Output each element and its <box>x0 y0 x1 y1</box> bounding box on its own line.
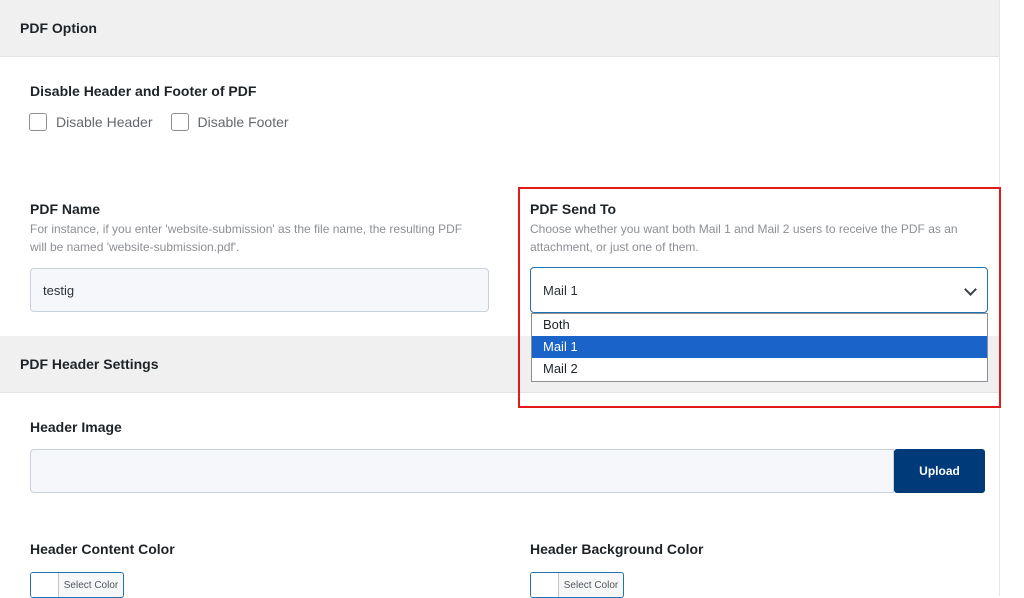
header-content-color-label: Header Content Color <box>30 541 175 557</box>
pdf-name-description-line1: For instance, if you enter 'website-subm… <box>30 222 463 236</box>
pdf-name-input[interactable]: testig <box>30 268 489 312</box>
disable-footer-checkbox[interactable] <box>170 113 189 131</box>
pdf-name-label: PDF Name <box>30 201 101 217</box>
header-image-label: Header Image <box>30 419 122 435</box>
pdf-option-title: PDF Option <box>20 20 97 36</box>
color-swatch <box>31 573 59 597</box>
upload-button[interactable]: Upload <box>894 449 985 493</box>
disable-header-footer-label: Disable Header and Footer of PDF <box>30 83 257 99</box>
select-color-label: Select Color <box>63 579 119 591</box>
header-content-color-button[interactable]: Select Color <box>30 572 124 598</box>
pdf-header-settings-title: PDF Header Settings <box>20 356 159 372</box>
color-swatch <box>531 573 559 597</box>
highlight-box <box>518 187 1001 408</box>
page-edge <box>999 0 1024 596</box>
header-background-color-label: Header Background Color <box>530 541 704 557</box>
select-color-label: Select Color <box>563 579 619 591</box>
disable-options-row: Disable Header Disable Footer <box>29 113 307 131</box>
pdf-option-section-header: PDF Option <box>0 0 999 57</box>
disable-header-checkbox[interactable] <box>29 113 47 131</box>
disable-footer-label: Disable Footer <box>197 114 289 130</box>
disable-header-label: Disable Header <box>56 114 153 130</box>
header-background-color-button[interactable]: Select Color <box>530 572 624 598</box>
pdf-name-description-line2: will be named 'website-submission.pdf'. <box>30 240 240 254</box>
header-image-input[interactable] <box>30 449 894 493</box>
